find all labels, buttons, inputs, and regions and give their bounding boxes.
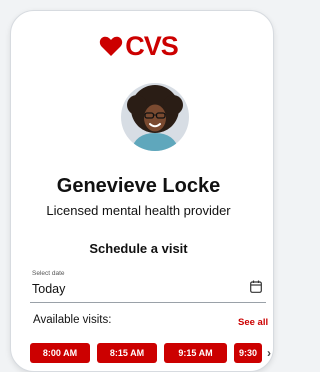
date-field-value: Today — [32, 282, 66, 296]
see-all-link[interactable]: See all — [238, 317, 268, 328]
brand-name: CVS — [125, 31, 179, 61]
provider-name: Genevieve Locke — [56, 175, 221, 197]
chevron-right-icon[interactable]: › — [261, 343, 277, 363]
date-select-field[interactable]: Select date Today — [30, 266, 266, 303]
calendar-icon[interactable] — [250, 280, 262, 293]
avatar — [121, 83, 189, 151]
time-slot-button[interactable]: 8:15 AM — [97, 343, 157, 363]
available-visits-label: Available visits: — [33, 314, 112, 326]
heart-icon — [100, 36, 123, 56]
time-slot-button[interactable]: 8:00 AM — [30, 343, 90, 363]
time-slot-button[interactable]: 9:30 — [234, 343, 262, 363]
provider-title: Licensed mental health provider — [46, 203, 231, 218]
cvs-logo: CVS — [0, 31, 277, 61]
date-field-label: Select date — [32, 270, 65, 277]
schedule-heading: Schedule a visit — [89, 241, 188, 256]
time-slot-button[interactable]: 9:15 AM — [164, 343, 227, 363]
